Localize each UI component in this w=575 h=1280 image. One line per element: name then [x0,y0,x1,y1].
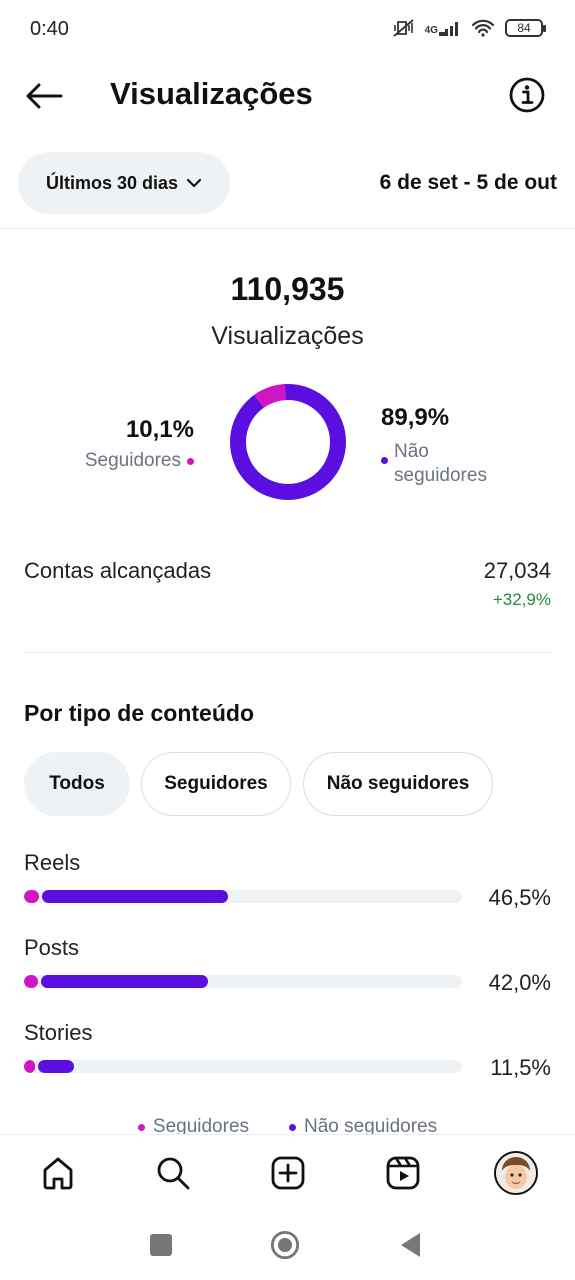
info-icon [509,77,545,113]
legend-followers-dot [137,1123,145,1131]
back-triangle-icon [401,1233,420,1257]
views-label: Visualizações [211,322,364,350]
bar-non-followers-segment [42,890,228,903]
back-button[interactable] [22,76,66,116]
system-navigation [0,1210,575,1280]
non-followers-legend: Não seguidores [381,440,487,488]
non-followers-percent: 89,9% [381,404,450,431]
reels-icon [386,1156,420,1190]
bar-non-followers-segment [41,975,208,988]
divider [0,228,575,229]
reach-value: 27,034 [483,558,551,583]
bar-followers-segment [24,1060,35,1073]
date-range: 6 de set - 5 de out [379,171,557,194]
status-icons: 4G 84 [393,18,546,38]
followers-label: Seguidores [84,450,181,471]
nav-create[interactable] [266,1151,310,1195]
nav-search[interactable] [151,1151,195,1195]
followers-percent: 10,1% [125,416,194,443]
followers-dot [187,457,194,465]
bar-percent-reels: 46,5% [488,885,551,910]
bar-followers-segment [24,890,40,903]
network-type: 4G [424,25,438,36]
followers-donut-chart [230,384,346,500]
arrow-left-icon [26,83,63,109]
bar-track-reels [24,890,462,903]
status-time: 0:40 [30,18,69,40]
mute-vibrate-icon [393,19,414,37]
followers-legend: Seguidores [85,450,194,472]
period-dropdown[interactable]: Últimos 30 dias [18,152,230,214]
chevron-down-icon [186,178,202,188]
chip-nao-seguidores[interactable]: Não seguidores [303,752,493,816]
reach-label: Contas alcançadas [24,558,212,583]
recents-icon [150,1234,172,1256]
period-label: Últimos 30 dias [45,172,179,193]
views-total: 110,935 [230,271,345,307]
page-title: Visualizações [110,76,313,111]
home-icon [43,1157,73,1190]
non-followers-label-line1: Não [394,441,429,462]
nav-profile[interactable] [494,1151,538,1195]
reach-change: +32,9% [492,590,551,609]
bottom-navigation [0,1134,575,1210]
info-button[interactable] [508,76,546,114]
bar-percent-stories: 11,5% [490,1055,551,1080]
home-circle-icon [270,1230,300,1260]
section-title: Por tipo de conteúdo [24,700,254,726]
non-followers-dot [381,457,388,464]
bar-label-reels: Reels [24,850,81,875]
bar-track-posts [24,975,462,988]
legend-non-followers-dot [289,1123,297,1131]
bar-followers-segment [24,975,39,988]
divider [24,652,551,653]
back-system-button[interactable] [396,1230,426,1260]
nav-home[interactable] [36,1151,80,1195]
avatar-image [496,1153,536,1193]
bar-track-stories [24,1060,462,1073]
bar-label-stories: Stories [24,1020,93,1045]
nav-reels[interactable] [381,1151,425,1195]
wifi-icon [471,19,495,37]
search-icon [157,1157,190,1190]
create-icon [271,1156,305,1190]
chip-todos[interactable]: Todos [24,752,130,816]
bar-label-posts: Posts [24,935,80,960]
home-system-button[interactable] [270,1230,300,1260]
battery-icon: 84 [505,19,546,37]
signal-icon [439,22,458,36]
non-followers-label-line2: seguidores [394,464,487,486]
recents-button[interactable] [146,1230,176,1260]
donut-non-followers-arc [230,384,346,500]
profile-avatar [494,1151,538,1195]
bar-percent-posts: 42,0% [488,970,551,995]
chip-seguidores[interactable]: Seguidores [141,752,291,816]
bar-non-followers-segment [37,1060,75,1073]
